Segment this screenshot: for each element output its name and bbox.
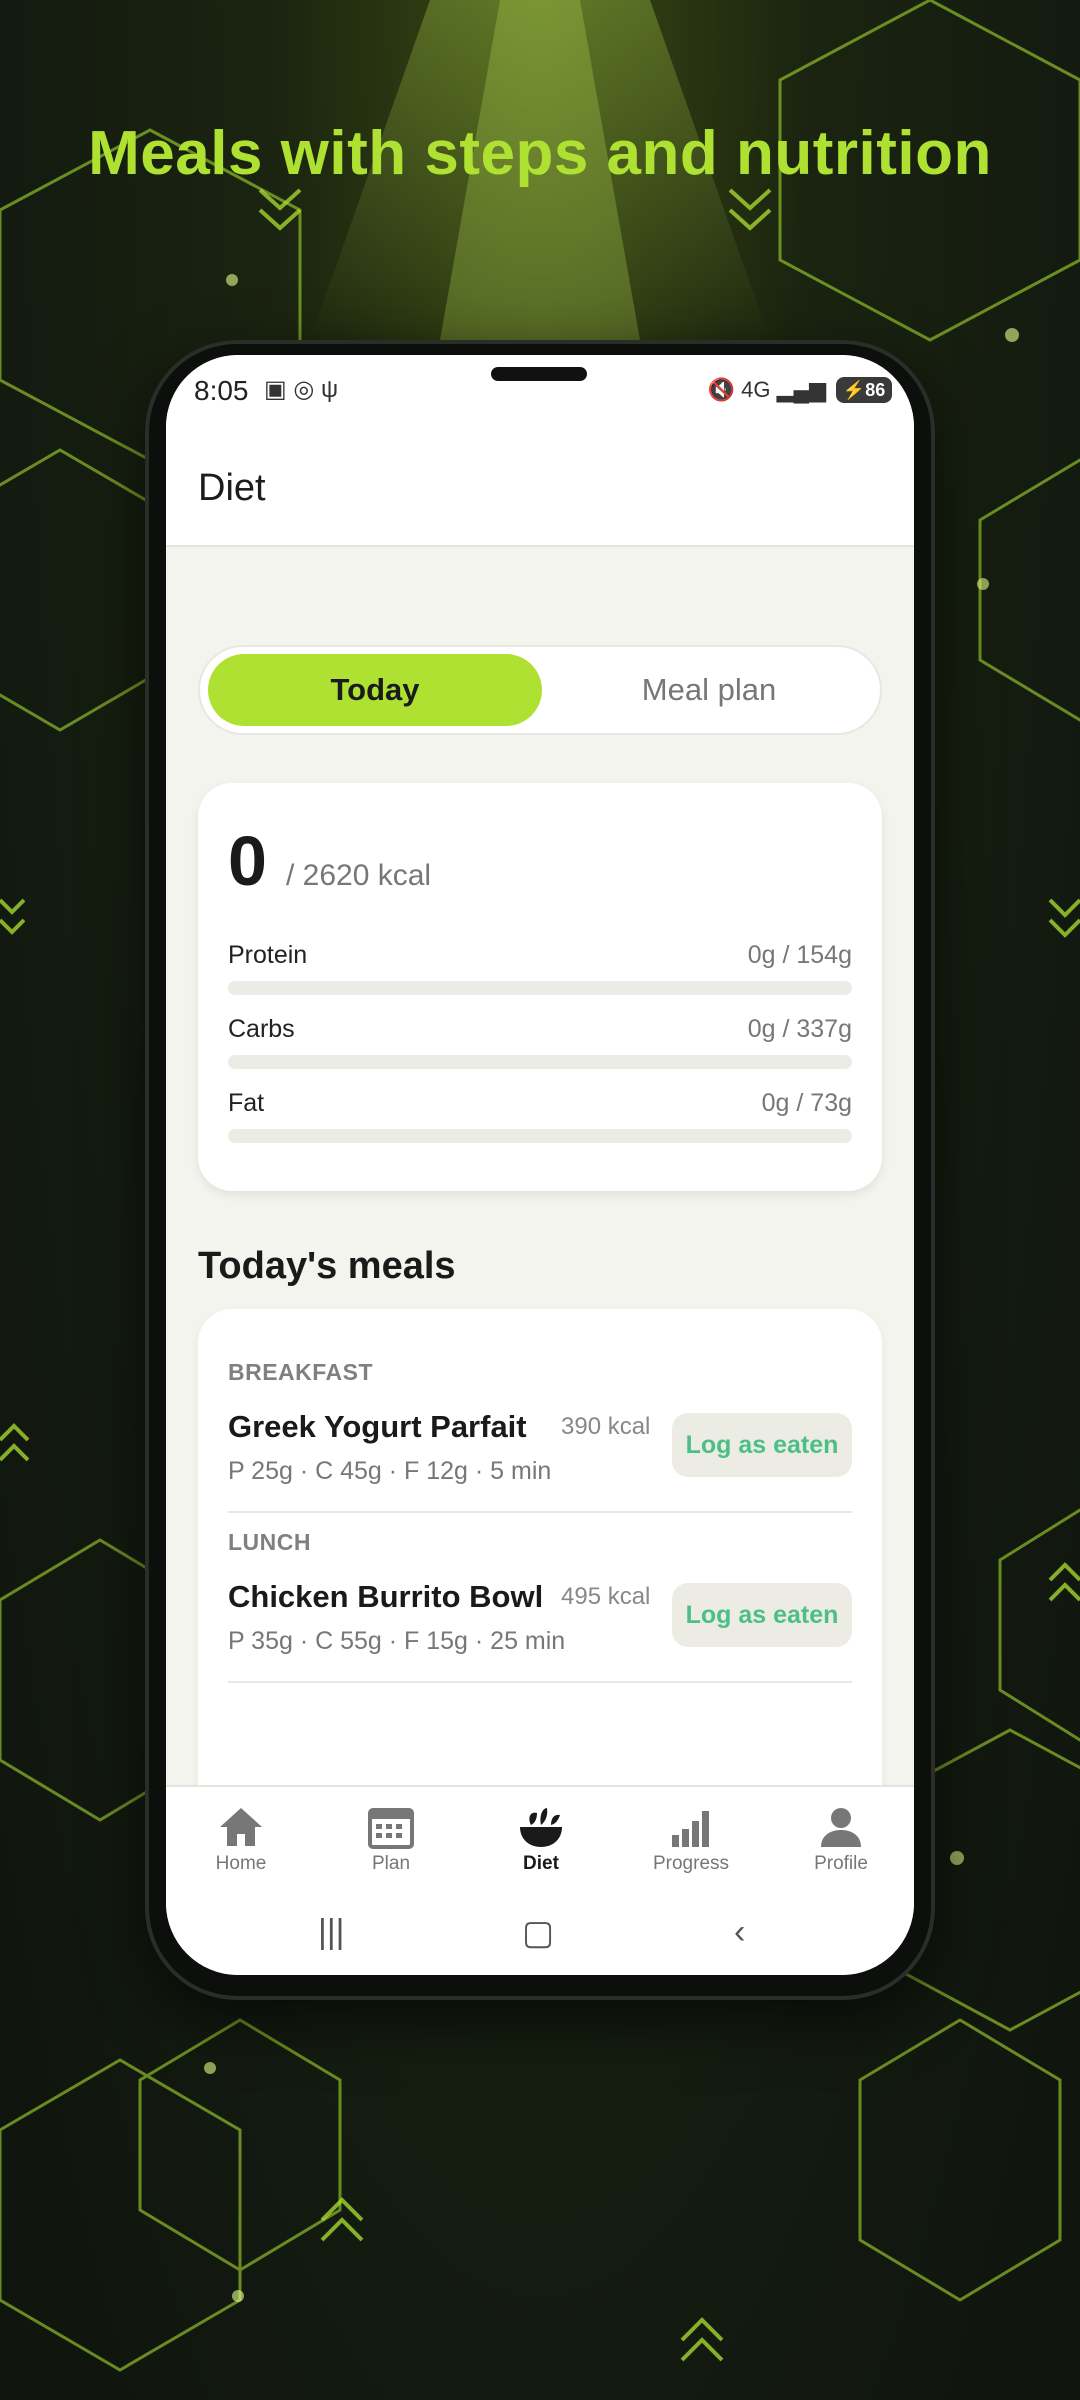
notification-icons: ▣ ◎ ψ: [264, 376, 339, 403]
system-nav-bar: ||| ▢ ‹: [166, 1895, 914, 1975]
progress-track: [228, 1055, 852, 1069]
nav-progress[interactable]: Progress: [616, 1797, 766, 1887]
log-as-eaten-button[interactable]: Log as eaten: [672, 1413, 852, 1477]
meal-name: Greek Yogurt Parfait: [228, 1409, 527, 1444]
macro-label: Protein: [228, 941, 308, 969]
nav-label: Plan: [371, 1853, 411, 1874]
meal-type: BREAKFAST: [228, 1359, 374, 1385]
meal-item[interactable]: BREAKFAST Greek Yogurt Parfait 390 kcal …: [228, 1359, 852, 1519]
nav-label: Home: [215, 1853, 267, 1874]
status-time: 8:05: [194, 375, 249, 406]
status-bar: 8:05 ▣ ◎ ψ 🔇 4G ▂▄▆ ⚡ 86: [166, 355, 914, 425]
camera-notch: [491, 367, 587, 381]
macro-value: 0g / 73g: [761, 1089, 852, 1117]
meal-type: LUNCH: [228, 1529, 311, 1555]
macro-carbs: Carbs 0g / 337g: [228, 1015, 852, 1075]
recent-apps-icon[interactable]: |||: [318, 1913, 345, 1952]
macro-protein: Protein 0g / 154g: [228, 941, 852, 1001]
macro-label: Carbs: [228, 1015, 295, 1043]
macro-value: 0g / 154g: [747, 941, 852, 969]
nav-profile[interactable]: Profile: [766, 1797, 914, 1887]
progress-track: [228, 981, 852, 995]
nav-diet[interactable]: Diet: [466, 1797, 616, 1887]
meals-list: BREAKFAST Greek Yogurt Parfait 390 kcal …: [198, 1309, 882, 1809]
tab-meal-plan[interactable]: Meal plan: [542, 654, 876, 726]
macro-fat: Fat 0g / 73g: [228, 1089, 852, 1149]
promo-headline: Meals with steps and nutrition: [88, 119, 992, 188]
meal-macros: P 25g · C 45g · F 12g · 5 min: [228, 1457, 552, 1485]
meal-macros: P 35g · C 55g · F 15g · 25 min: [228, 1627, 566, 1655]
nutrition-summary-card: 0 / 2620 kcal Protein 0g / 154g Carbs 0g…: [198, 783, 882, 1191]
day-plan-toggle: Today Meal plan: [198, 645, 882, 735]
macro-value: 0g / 337g: [747, 1015, 852, 1043]
page-title: Diet: [198, 467, 266, 509]
battery-icon: ⚡ 86: [836, 377, 892, 403]
nav-label: Progress: [652, 1853, 730, 1874]
log-as-eaten-button[interactable]: Log as eaten: [672, 1583, 852, 1647]
signal-icons: 🔇 4G ▂▄▆: [707, 377, 826, 402]
meal-item[interactable]: LUNCH Chicken Burrito Bowl 495 kcal P 35…: [228, 1529, 852, 1689]
target-kcal: / 2620 kcal: [286, 859, 432, 892]
nav-home[interactable]: Home: [166, 1797, 316, 1887]
divider: [228, 1511, 852, 1513]
nav-label: Profile: [814, 1853, 868, 1874]
salad-bowl-icon: [520, 1808, 562, 1847]
phone-screen: 8:05 ▣ ◎ ψ 🔇 4G ▂▄▆ ⚡ 86 Diet Today Meal …: [166, 355, 914, 1975]
meal-kcal: 495 kcal: [561, 1583, 651, 1610]
consumed-kcal: 0: [228, 822, 267, 900]
tab-today[interactable]: Today: [208, 654, 542, 726]
battery-level: 86: [865, 379, 886, 400]
section-title: Today's meals: [198, 1245, 456, 1287]
progress-track: [228, 1129, 852, 1143]
home-circle-icon[interactable]: ▢: [522, 1913, 554, 1953]
app-bar: Diet: [166, 425, 914, 547]
network-type: 4G: [741, 377, 771, 402]
bottom-nav: Home Plan Diet Progress Profile: [166, 1785, 914, 1897]
divider: [228, 1681, 852, 1683]
meal-kcal: 390 kcal: [561, 1413, 651, 1440]
macro-label: Fat: [228, 1089, 265, 1117]
person-icon: [821, 1808, 861, 1847]
back-icon[interactable]: ‹: [734, 1913, 745, 1952]
home-icon: [220, 1808, 262, 1846]
meal-name: Chicken Burrito Bowl: [228, 1579, 544, 1614]
calendar-icon: [368, 1808, 414, 1849]
nav-plan[interactable]: Plan: [316, 1797, 466, 1887]
nav-label: Diet: [523, 1853, 559, 1874]
bar-chart-icon: [672, 1811, 709, 1847]
